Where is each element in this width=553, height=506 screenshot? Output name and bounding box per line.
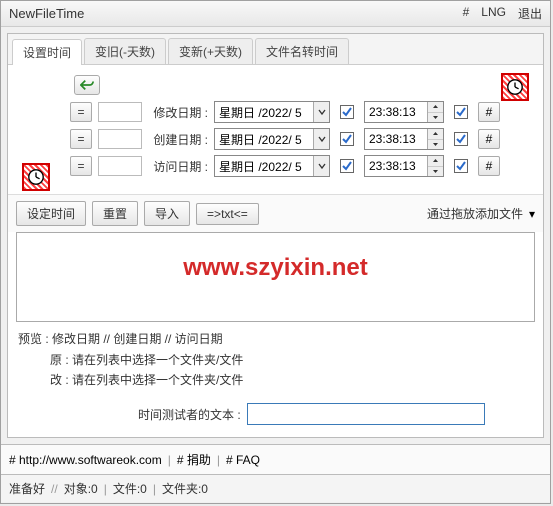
offset-input[interactable] [98, 102, 142, 122]
row-create: = 创建日期 : 星期日 /2022/ 5 23:38:13 # [20, 128, 531, 150]
modify-time-check[interactable] [454, 105, 468, 119]
modify-time-input[interactable]: 23:38:13 [364, 101, 444, 123]
tab-bar: 设置时间 变旧(-天数) 变新(+天数) 文件名转时间 [8, 34, 543, 65]
eq-button[interactable]: = [70, 129, 92, 149]
create-time-value: 23:38:13 [365, 132, 427, 146]
footer-faq[interactable]: # FAQ [226, 453, 260, 467]
modify-date-value: 星期日 /2022/ 5 [215, 104, 313, 121]
spinner[interactable] [427, 102, 443, 122]
main-panel: 设置时间 变旧(-天数) 变新(+天数) 文件名转时间 = 修改 [7, 33, 544, 438]
separator: | [104, 482, 107, 496]
eq-button[interactable]: = [70, 102, 92, 122]
footer-links: # http://www.softwareok.com | # 捐助 | # F… [1, 444, 550, 475]
create-time-input[interactable]: 23:38:13 [364, 128, 444, 150]
preview-header: 预览 : 修改日期 // 创建日期 // 访问日期 [18, 330, 533, 347]
hash-button[interactable]: # [478, 129, 500, 149]
create-date-value: 星期日 /2022/ 5 [215, 131, 313, 148]
chevron-down-icon[interactable]: ▾ [529, 207, 535, 221]
clock-icon[interactable] [501, 73, 529, 101]
titlebar: NewFileTime # LNG 退出 [1, 1, 550, 27]
tab-filename-to-time[interactable]: 文件名转时间 [255, 38, 349, 64]
preview-original: 原 : 请在列表中选择一个文件夹/文件 [50, 351, 533, 368]
tab-older[interactable]: 变旧(-天数) [84, 38, 166, 64]
row-modify: = 修改日期 : 星期日 /2022/ 5 23:38:13 # [20, 101, 531, 123]
lng-menu[interactable]: LNG [481, 5, 506, 22]
preview-section: 预览 : 修改日期 // 创建日期 // 访问日期 原 : 请在列表中选择一个文… [8, 322, 543, 395]
tab-newer[interactable]: 变新(+天数) [168, 38, 253, 64]
action-toolbar: 设定时间 重置 导入 =>txt<= 通过拖放添加文件 ▾ [8, 194, 543, 232]
tester-input[interactable] [247, 403, 485, 425]
modify-date-select[interactable]: 星期日 /2022/ 5 [214, 101, 330, 123]
app-window: NewFileTime # LNG 退出 设置时间 变旧(-天数) 变新(+天数… [0, 0, 551, 504]
back-row [20, 75, 531, 95]
chevron-down-icon[interactable] [313, 156, 329, 176]
access-time-input[interactable]: 23:38:13 [364, 155, 444, 177]
drag-hint: 通过拖放添加文件 [427, 205, 523, 222]
set-time-button[interactable]: 设定时间 [16, 201, 86, 226]
create-label: 创建日期 : [148, 131, 208, 148]
tab-set-time[interactable]: 设置时间 [12, 39, 82, 65]
row-access: = 访问日期 : 星期日 /2022/ 5 23:38:13 # [20, 155, 531, 177]
access-date-check[interactable] [340, 159, 354, 173]
status-bar: 准备好 // 对象:0 | 文件:0 | 文件夹:0 [1, 475, 550, 502]
import-button[interactable]: 导入 [144, 201, 190, 226]
separator: // [51, 482, 58, 496]
separator: | [168, 453, 171, 467]
status-ready: 准备好 [9, 480, 45, 497]
reset-button[interactable]: 重置 [92, 201, 138, 226]
status-files: 文件:0 [113, 480, 147, 497]
tab-body: = 修改日期 : 星期日 /2022/ 5 23:38:13 # = [8, 65, 543, 194]
status-folders: 文件夹:0 [162, 480, 208, 497]
modify-label: 修改日期 : [148, 104, 208, 121]
create-date-check[interactable] [340, 132, 354, 146]
footer-url[interactable]: # http://www.softwareok.com [9, 453, 162, 467]
titlebar-actions: # LNG 退出 [463, 5, 542, 22]
chevron-down-icon[interactable] [313, 129, 329, 149]
separator: | [153, 482, 156, 496]
hash-button[interactable]: # [478, 156, 500, 176]
file-list[interactable]: www.szyixin.net [16, 232, 535, 322]
access-label: 访问日期 : [148, 158, 208, 175]
app-title: NewFileTime [9, 6, 84, 21]
hash-menu[interactable]: # [463, 5, 470, 22]
access-date-value: 星期日 /2022/ 5 [215, 158, 313, 175]
back-button[interactable] [74, 75, 100, 95]
clock-icon[interactable] [22, 163, 50, 191]
eq-button[interactable]: = [70, 156, 92, 176]
footer-donate[interactable]: # 捐助 [177, 451, 211, 468]
separator: | [217, 453, 220, 467]
hash-button[interactable]: # [478, 102, 500, 122]
access-date-select[interactable]: 星期日 /2022/ 5 [214, 155, 330, 177]
spinner[interactable] [427, 156, 443, 176]
create-date-select[interactable]: 星期日 /2022/ 5 [214, 128, 330, 150]
status-objects: 对象:0 [64, 480, 98, 497]
access-time-check[interactable] [454, 159, 468, 173]
preview-modified: 改 : 请在列表中选择一个文件夹/文件 [50, 371, 533, 388]
spinner[interactable] [427, 129, 443, 149]
offset-input[interactable] [98, 129, 142, 149]
access-time-value: 23:38:13 [365, 159, 427, 173]
exit-button[interactable]: 退出 [518, 5, 542, 22]
tester-label: 时间测试者的文本 : [138, 406, 241, 423]
watermark-text: www.szyixin.net [183, 254, 368, 282]
modify-date-check[interactable] [340, 105, 354, 119]
txt-button[interactable]: =>txt<= [196, 203, 259, 225]
tester-row: 时间测试者的文本 : [8, 395, 543, 437]
offset-input[interactable] [98, 156, 142, 176]
modify-time-value: 23:38:13 [365, 105, 427, 119]
chevron-down-icon[interactable] [313, 102, 329, 122]
create-time-check[interactable] [454, 132, 468, 146]
